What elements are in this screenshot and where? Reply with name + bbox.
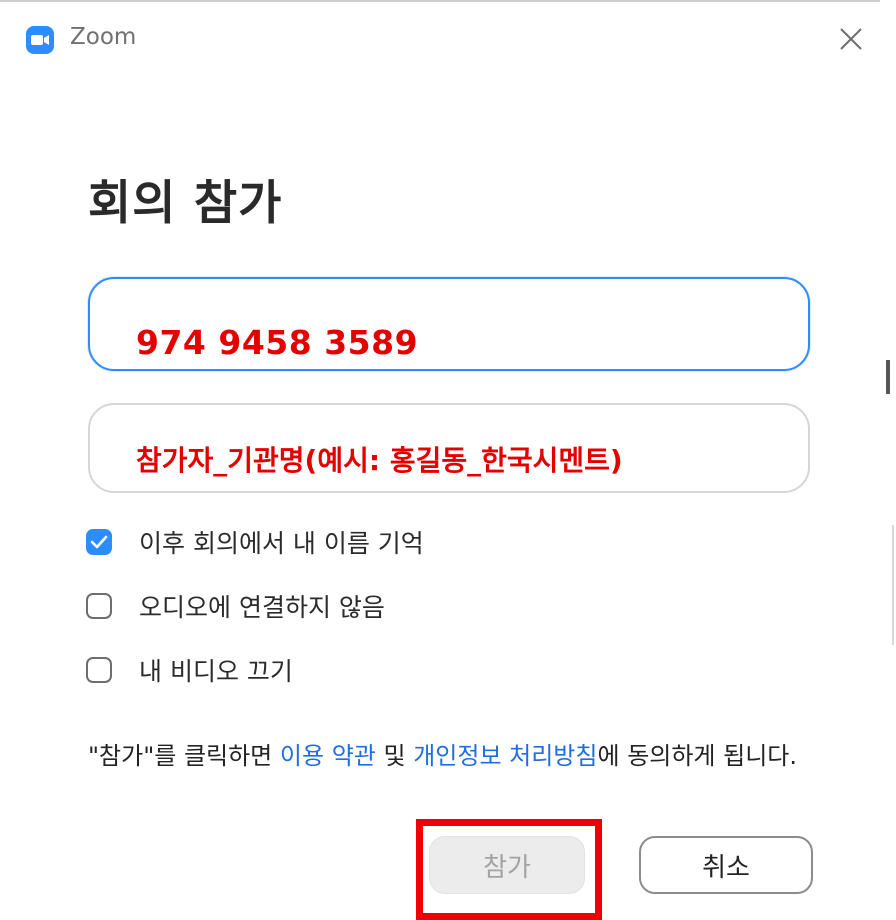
video-off-label: 내 비디오 끄기 <box>139 657 293 686</box>
cancel-button[interactable]: 취소 <box>639 836 813 894</box>
video-off-option[interactable]: 내 비디오 끄기 <box>86 650 293 690</box>
terms-middle: 및 <box>375 742 414 770</box>
close-button[interactable] <box>836 24 866 54</box>
privacy-policy-link[interactable]: 개인정보 처리방침 <box>413 742 597 770</box>
join-button[interactable]: 참가 <box>429 836 585 894</box>
close-icon <box>840 28 862 50</box>
zoom-join-window: Zoom 회의 참가 974 9458 3589 참가자_기관명(예시: 홍길동… <box>0 0 880 920</box>
title-bar: Zoom <box>0 2 880 74</box>
app-title: Zoom <box>70 24 137 50</box>
no-audio-checkbox[interactable] <box>86 593 112 619</box>
no-audio-option[interactable]: 오디오에 연결하지 않음 <box>86 586 385 626</box>
video-off-checkbox[interactable] <box>86 657 112 683</box>
terms-suffix: 에 동의하게 됩니다. <box>597 742 798 770</box>
window-edge <box>880 0 896 918</box>
terms-notice: "참가"를 클릭하면 이용 약관 및 개인정보 처리방침에 동의하게 됩니다. <box>88 738 808 775</box>
terms-of-service-link[interactable]: 이용 약관 <box>280 742 376 770</box>
remember-name-checkbox[interactable] <box>86 529 112 555</box>
remember-name-option[interactable]: 이후 회의에서 내 이름 기억 <box>86 522 424 562</box>
meeting-id-input[interactable]: 974 9458 3589 <box>88 277 810 371</box>
no-audio-label: 오디오에 연결하지 않음 <box>139 593 385 622</box>
zoom-camera-icon <box>26 26 54 54</box>
page-title: 회의 참가 <box>88 176 283 231</box>
remember-name-label: 이후 회의에서 내 이름 기억 <box>139 529 424 558</box>
terms-prefix: "참가"를 클릭하면 <box>88 742 280 770</box>
display-name-value: 참가자_기관명(예시: 홍길동_한국시멘트) <box>136 444 623 477</box>
meeting-id-value: 974 9458 3589 <box>136 323 419 362</box>
checkmark-icon <box>90 535 108 549</box>
display-name-input[interactable]: 참가자_기관명(예시: 홍길동_한국시멘트) <box>88 403 810 493</box>
